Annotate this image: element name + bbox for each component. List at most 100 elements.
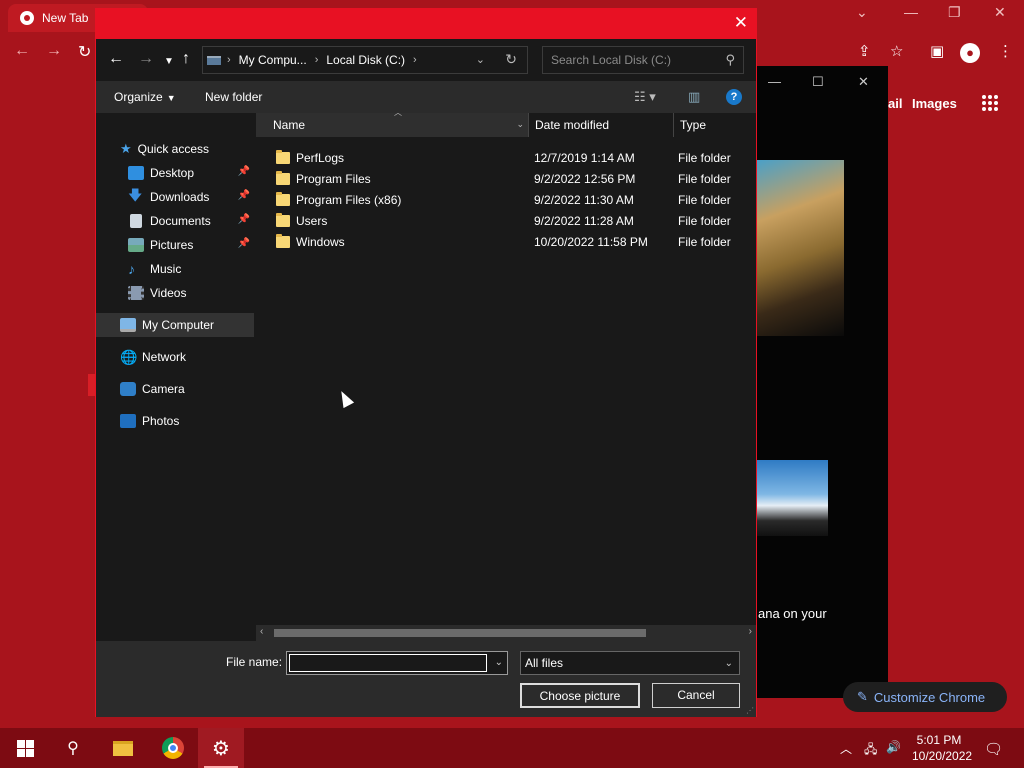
clock[interactable]: 5:01 PM 10/20/2022 [912,732,972,764]
dialog-close-icon[interactable]: ✕ [734,13,748,33]
forward-icon[interactable]: → [46,42,62,60]
cancel-button[interactable]: Cancel [652,683,740,708]
images-link[interactable]: Images [912,96,957,111]
back-arrow-icon[interactable]: ← [108,51,124,67]
side-panel-icon[interactable]: ▣ [930,42,944,60]
background-image-thumbnail[interactable] [756,460,828,536]
document-icon [130,214,142,228]
help-icon[interactable]: ? [726,89,742,105]
close-icon[interactable]: ✕ [994,4,1006,21]
search-input[interactable]: Search Local Disk (C:) [551,53,671,67]
file-row[interactable]: Users 9/2/2022 11:28 AM File folder [256,210,756,231]
pencil-icon: ✎ [857,689,868,704]
nav-item-photos[interactable]: Photos [96,409,254,433]
nav-item-documents[interactable]: Documents 📌 [96,209,254,233]
horizontal-scrollbar[interactable]: ‹ › [256,625,756,641]
scroll-left-icon[interactable]: ‹ [260,626,263,637]
up-arrow-icon[interactable]: ↑ [182,51,190,67]
search-box[interactable]: Search Local Disk (C:) ⚲ [542,46,744,74]
nav-item-network[interactable]: 🌐 Network [96,345,254,369]
bookmark-star-icon[interactable]: ☆ [890,42,903,60]
panel-maximize-icon[interactable]: ☐ [812,74,824,90]
profile-avatar[interactable]: ● [960,43,980,63]
folder-icon [276,150,290,164]
file-row[interactable]: Program Files (x86) 9/2/2022 11:30 AM Fi… [256,189,756,210]
column-header-type[interactable]: Type [673,113,756,137]
customize-chrome-button[interactable]: ✎ Customize Chrome [843,682,1007,712]
file-type: File folder [678,214,731,228]
file-name-combobox[interactable]: ⌄ [286,651,508,675]
menu-dots-icon[interactable]: ⋮ [998,42,1013,60]
folder-icon [113,740,133,756]
file-type-select[interactable]: All files ⌄ [520,651,740,675]
file-name-dropdown-icon[interactable]: ⌄ [495,657,503,668]
breadcrumb-local-disk[interactable]: Local Disk (C:) [326,53,405,67]
gmail-link[interactable]: ail [888,96,902,111]
address-breadcrumb[interactable]: › My Compu... › Local Disk (C:) › ⌄ ↻ [202,46,528,74]
choose-picture-button[interactable]: Choose picture [520,683,640,708]
search-icon[interactable]: ⚲ [725,52,735,68]
nav-item-videos[interactable]: Videos [96,281,254,305]
recent-locations-icon[interactable]: ▼ [164,54,174,70]
nav-item-desktop[interactable]: Desktop 📌 [96,161,254,185]
preview-pane-icon[interactable]: ▥ [688,89,700,105]
settings-gear-icon[interactable]: ⚙ [208,736,234,760]
address-dropdown-icon[interactable]: ⌄ [476,53,485,66]
organize-label: Organize [114,90,163,104]
chrome-taskbar-icon[interactable] [160,736,186,760]
reload-icon[interactable]: ↻ [78,42,91,62]
nav-item-downloads[interactable]: 🡇 Downloads 📌 [96,185,254,209]
nav-item-music[interactable]: ♪ Music [96,257,254,281]
pin-icon: 📌 [237,166,250,177]
dialog-titlebar[interactable]: ✕ [96,9,756,39]
panel-close-icon[interactable]: ✕ [858,74,869,90]
scroll-right-icon[interactable]: › [749,626,752,637]
refresh-icon[interactable]: ↻ [505,51,517,68]
music-note-icon: ♪ [128,261,135,277]
nav-item-label: Quick access [137,142,210,156]
back-icon[interactable]: ← [14,42,30,60]
change-view-icon[interactable]: ☷ ▾ [634,89,656,105]
file-row[interactable]: Windows 10/20/2022 11:58 PM File folder [256,231,756,252]
search-icon[interactable]: ⚲ [60,736,86,760]
notifications-icon[interactable]: 🗨 [984,740,1003,758]
share-icon[interactable]: ⇪ [858,42,871,60]
background-image-thumbnail[interactable] [756,160,844,336]
folder-icon [276,234,290,248]
volume-icon[interactable]: 🔊 [886,740,901,754]
nav-item-my-computer[interactable]: My Computer [96,313,254,337]
file-row[interactable]: Program Files 9/2/2022 12:56 PM File fol… [256,168,756,189]
forward-arrow-icon[interactable]: → [138,51,154,67]
column-header-date[interactable]: Date modified [528,113,673,137]
nav-item-label: Desktop [150,166,195,180]
sort-ascending-icon: ︿ [394,108,402,117]
panel-minimize-icon[interactable]: — [768,74,781,89]
start-button[interactable] [12,736,38,760]
file-name: Windows [296,235,345,249]
breadcrumb-separator-icon: › [413,54,417,66]
column-header-name[interactable]: ︿ Name ⌄ [256,108,528,137]
breadcrumb-separator-icon: › [314,54,319,66]
nav-item-pictures[interactable]: Pictures 📌 [96,233,254,257]
file-name-input[interactable] [289,654,487,672]
resize-grip-icon[interactable]: ⋰ [746,706,754,715]
breadcrumb-my-computer[interactable]: My Compu... [239,53,307,67]
file-explorer-icon[interactable] [110,736,136,760]
file-date: 10/20/2022 11:58 PM [534,235,648,249]
chevron-down-icon[interactable]: ⌄ [856,4,868,21]
restore-icon[interactable]: ❐ [948,4,961,21]
tray-chevron-up-icon[interactable]: ︿ [840,740,852,757]
scrollbar-thumb[interactable] [274,629,646,637]
apps-grid-icon[interactable] [982,95,998,111]
nav-item-label: Downloads [150,190,210,204]
file-row[interactable]: PerfLogs 12/7/2019 1:14 AM File folder [256,147,756,168]
new-folder-button[interactable]: New folder [205,90,262,104]
column-filter-dropdown-icon[interactable]: ⌄ [516,119,524,130]
organize-button[interactable]: Organize ▼ [114,90,176,104]
star-icon: ★ [120,141,132,156]
minimize-icon[interactable]: — [904,4,918,20]
nav-item-camera[interactable]: Camera [96,377,254,401]
photos-icon [120,414,136,428]
nav-quick-access[interactable]: ★ Quick access [96,137,254,161]
network-icon[interactable]: 🖧 [864,740,877,761]
